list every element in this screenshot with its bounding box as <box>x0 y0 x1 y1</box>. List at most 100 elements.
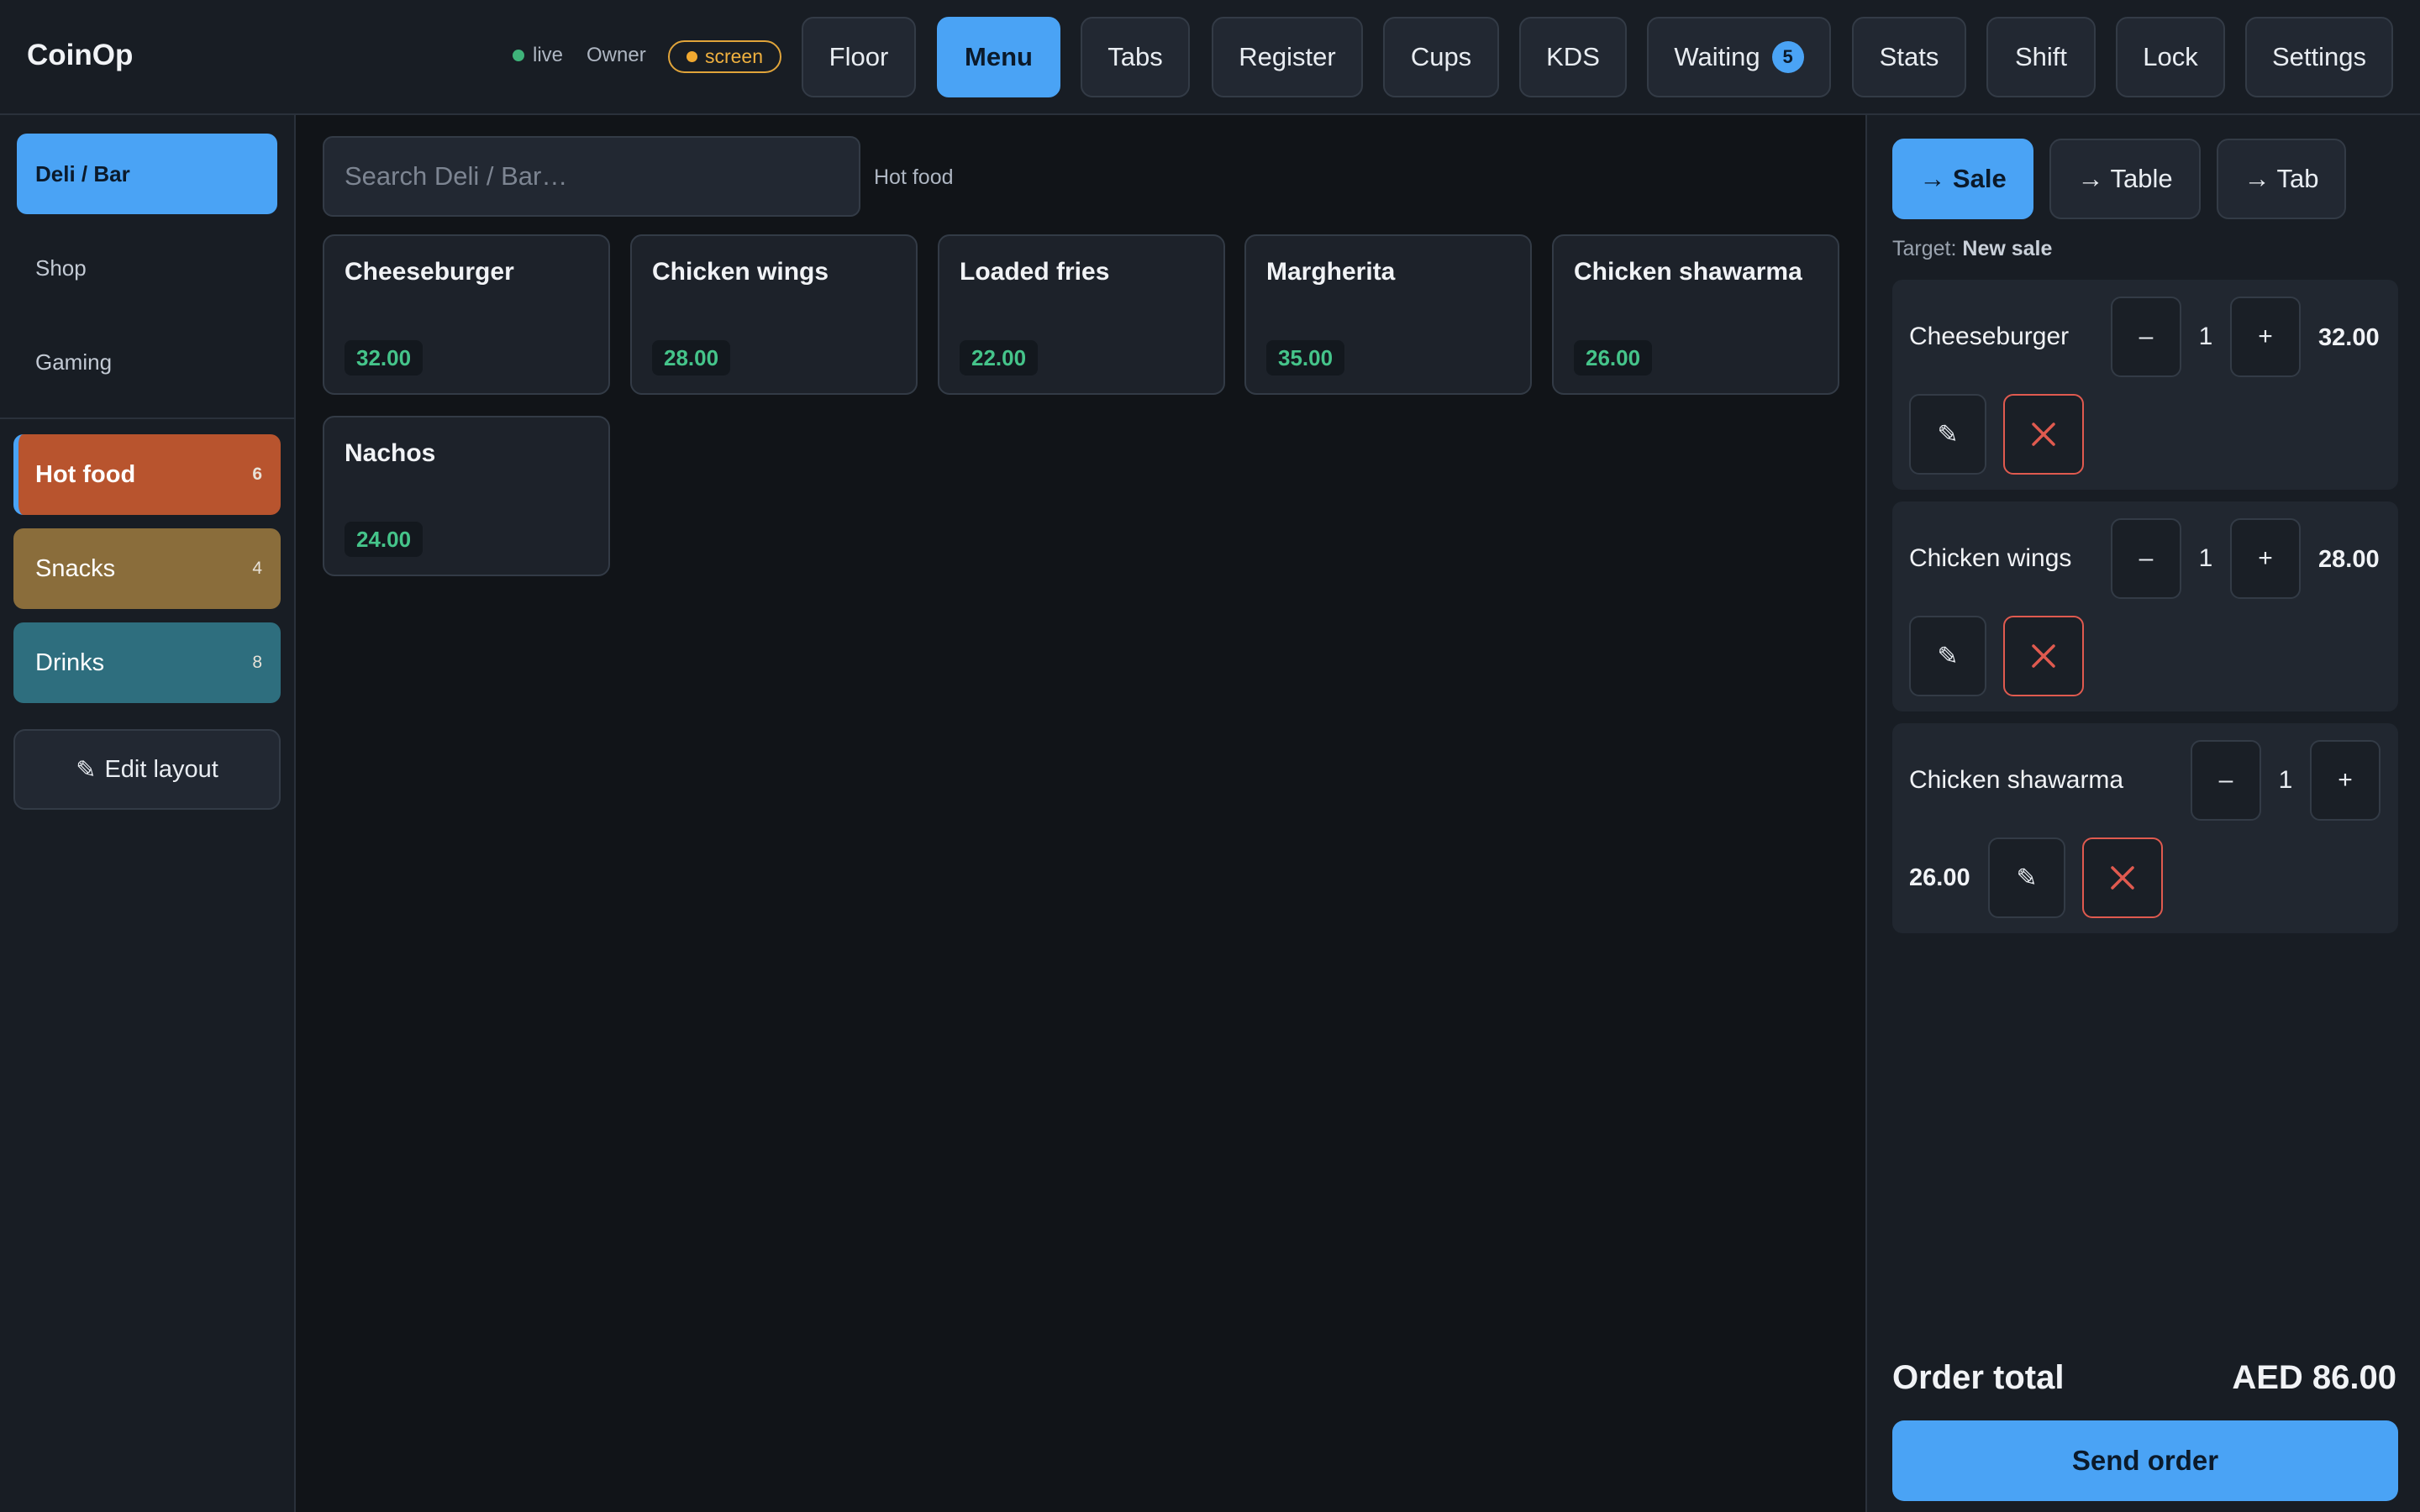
venue-gaming[interactable]: Gaming <box>17 322 277 402</box>
order-line-price: 32.00 <box>2318 324 2380 351</box>
remove-line-button[interactable] <box>2082 837 2163 918</box>
app-title: CoinOp <box>27 39 134 71</box>
target-sale-button[interactable]: → Sale <box>1892 139 2033 219</box>
edit-line-button[interactable]: ✎ <box>1909 616 1986 696</box>
order-panel: → Sale → Table → Tab Target: New sale Ch… <box>1865 115 2420 1512</box>
menu-item-name: Loaded fries <box>960 258 1110 286</box>
category-label: Drinks <box>35 648 105 676</box>
order-line: Cheeseburger – 1 + 32.00 ✎ <box>1892 280 2398 490</box>
nav-label: Lock <box>2143 42 2198 71</box>
edit-line-button[interactable]: ✎ <box>1909 394 1986 475</box>
menu-item-name: Chicken wings <box>652 258 829 286</box>
nav-label: KDS <box>1546 42 1600 71</box>
decrease-qty-button[interactable]: – <box>2111 518 2181 599</box>
minus-icon: – <box>2139 323 2154 350</box>
order-line: Chicken shawarma – 1 + 26.00 ✎ <box>1892 723 2398 933</box>
category-count: 4 <box>252 559 262 578</box>
category-count: 8 <box>252 653 262 672</box>
nav-settings[interactable]: Settings <box>2245 17 2393 97</box>
pencil-icon: ✎ <box>76 756 97 784</box>
edit-line-button[interactable]: ✎ <box>1988 837 2065 918</box>
menu-item-price: 24.00 <box>345 522 424 557</box>
increase-qty-button[interactable]: + <box>2230 518 2301 599</box>
search-input[interactable] <box>323 136 860 217</box>
target-label: → Sale <box>1919 164 2007 193</box>
nav-label: Floor <box>829 42 889 71</box>
decrease-qty-button[interactable]: – <box>2191 740 2261 821</box>
nav-cups[interactable]: Cups <box>1383 17 1499 97</box>
category-hot-food[interactable]: Hot food 6 <box>13 434 281 515</box>
menu-item-tile[interactable]: Nachos 24.00 <box>323 416 610 576</box>
pos-app: CoinOp live Owner screen Floor Menu Tabs… <box>0 0 2420 1512</box>
nav-lock[interactable]: Lock <box>2116 17 2225 97</box>
live-label: live <box>533 44 564 66</box>
nav-label: Register <box>1239 42 1336 71</box>
venue-shop[interactable]: Shop <box>17 228 277 308</box>
increase-qty-button[interactable]: + <box>2310 740 2381 821</box>
nav-waiting[interactable]: Waiting 5 <box>1647 17 1831 97</box>
menu-item-tile[interactable]: Chicken shawarma 26.00 <box>1552 234 1839 395</box>
close-icon <box>2111 866 2134 890</box>
minus-icon: – <box>2139 544 2154 572</box>
category-snacks[interactable]: Snacks 4 <box>13 528 281 609</box>
nav-kds[interactable]: KDS <box>1519 17 1627 97</box>
pencil-icon: ✎ <box>1937 420 1959 449</box>
waiting-count-badge: 5 <box>1771 41 1804 73</box>
live-dot-icon <box>513 50 524 61</box>
pencil-icon: ✎ <box>1937 642 1959 670</box>
send-order-button[interactable]: Send order <box>1892 1420 2398 1501</box>
edit-layout-button[interactable]: ✎ Edit layout <box>13 729 281 810</box>
nav-tabs[interactable]: Tabs <box>1081 17 1190 97</box>
nav-shift[interactable]: Shift <box>1986 17 2096 97</box>
order-total-value: AED 86.00 <box>2232 1359 2396 1396</box>
remove-line-button[interactable] <box>2003 394 2084 475</box>
nav-floor[interactable]: Floor <box>802 17 916 97</box>
order-line-qty: 1 <box>2198 323 2213 350</box>
menu-item-tile[interactable]: Cheeseburger 32.00 <box>323 234 610 395</box>
nav-label: Waiting <box>1674 42 1760 71</box>
nav-label: Settings <box>2271 42 2366 71</box>
menu-item-name: Margherita <box>1266 258 1396 286</box>
category-label: Snacks <box>35 554 116 582</box>
top-bar: CoinOp live Owner screen Floor Menu Tabs… <box>0 0 2420 115</box>
plus-icon: + <box>2258 544 2273 572</box>
order-line-name: Cheeseburger <box>1909 323 2070 350</box>
nav-label: Tabs <box>1107 42 1163 71</box>
edit-layout-label: Edit layout <box>104 755 218 783</box>
decrease-qty-button[interactable]: – <box>2111 297 2181 377</box>
remove-line-button[interactable] <box>2003 616 2084 696</box>
category-count: 6 <box>252 465 262 484</box>
target-label: → Table <box>2077 164 2173 193</box>
menu-item-price: 22.00 <box>960 340 1039 375</box>
category-label: Hot food <box>35 460 136 488</box>
send-order-label: Send order <box>2071 1445 2219 1476</box>
menu-item-price: 32.00 <box>345 340 424 375</box>
current-category-label: Hot food <box>874 165 954 189</box>
venue-deli-bar[interactable]: Deli / Bar <box>17 134 277 214</box>
nav-menu[interactable]: Menu <box>937 17 1060 97</box>
order-line-price: 26.00 <box>1909 864 1970 891</box>
target-table-button[interactable]: → Table <box>2049 139 2201 219</box>
user-role: Owner <box>587 44 646 66</box>
increase-qty-button[interactable]: + <box>2230 297 2301 377</box>
plus-icon: + <box>2338 766 2353 794</box>
nav-register[interactable]: Register <box>1212 17 1363 97</box>
category-drinks[interactable]: Drinks 8 <box>13 622 281 703</box>
order-target: Target: New sale <box>1892 237 2052 261</box>
order-line: Chicken wings – 1 + 28.00 ✎ <box>1892 501 2398 711</box>
menu-item-tile[interactable]: Chicken wings 28.00 <box>630 234 918 395</box>
close-icon <box>2032 423 2055 446</box>
order-line-name: Chicken shawarma <box>1909 766 2124 794</box>
order-line-name: Chicken wings <box>1909 544 2072 572</box>
order-total-label: Order total <box>1892 1359 2065 1396</box>
nav-stats[interactable]: Stats <box>1852 17 1966 97</box>
target-value: New sale <box>1962 237 2053 260</box>
nav-label: Cups <box>1410 42 1472 71</box>
nav-label: Shift <box>2014 42 2068 71</box>
mode-dot-icon <box>686 51 697 62</box>
target-tab-button[interactable]: → Tab <box>2217 139 2346 219</box>
menu-item-tile[interactable]: Margherita 35.00 <box>1244 234 1532 395</box>
mode-badge[interactable]: screen <box>668 40 781 73</box>
menu-item-price: 26.00 <box>1574 340 1653 375</box>
menu-item-tile[interactable]: Loaded fries 22.00 <box>938 234 1225 395</box>
